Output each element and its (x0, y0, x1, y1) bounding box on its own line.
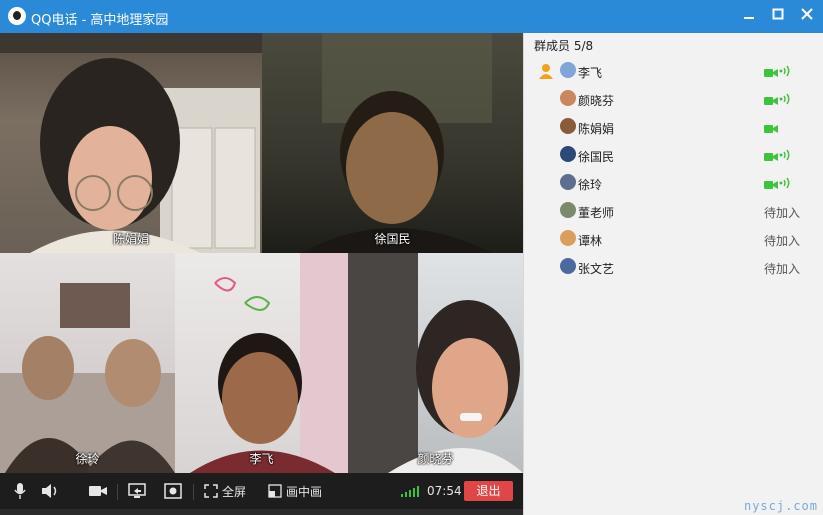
fullscreen-icon (204, 484, 218, 498)
member-name: 董老师 (578, 206, 615, 220)
member-name: 颜晓芬 (578, 94, 615, 108)
participant-name: 陈娟娟 (112, 232, 149, 246)
avatar (560, 258, 576, 274)
member-status: 待加入 (763, 206, 800, 220)
call-timer: 07:54 (427, 484, 462, 498)
video-frame (0, 33, 262, 253)
video-tile[interactable]: 李飞 (175, 253, 348, 473)
video-frame (190, 253, 348, 473)
avatar (560, 174, 576, 190)
member-name: 陈娟娟 (578, 122, 615, 136)
fullscreen-label: 全屏 (222, 484, 247, 499)
speaking-icon (779, 65, 791, 80)
window-title: QQ电话 - 高中地理家园 (31, 13, 169, 28)
member-row[interactable]: 颜晓芬 (524, 87, 823, 111)
member-row[interactable]: 李飞 (524, 59, 823, 83)
pip-icon (268, 484, 282, 498)
screen-share-icon[interactable] (128, 473, 146, 509)
video-on-icon (764, 67, 778, 81)
pip-button[interactable]: 画中画 (268, 473, 322, 509)
title-bar: QQ电话 - 高中地理家园 (0, 0, 823, 33)
maximize-icon[interactable] (770, 8, 786, 24)
video-on-icon (764, 151, 778, 165)
member-row[interactable]: 徐国民 (524, 143, 823, 167)
member-name: 徐玲 (578, 178, 603, 192)
exit-button[interactable]: 退出 (464, 481, 513, 501)
video-tile[interactable]: 陈娟娟 (0, 33, 262, 253)
participant-name: 徐玲 (75, 452, 100, 466)
avatar (560, 202, 576, 218)
member-name: 张文艺 (578, 262, 615, 276)
video-on-icon (764, 123, 778, 137)
speaker-icon[interactable] (40, 473, 60, 509)
member-status: 待加入 (763, 234, 800, 248)
avatar (560, 146, 576, 162)
speaking-icon (779, 149, 791, 164)
member-row[interactable]: 陈娟娟 (524, 115, 823, 139)
video-tile[interactable]: 颜晓芬 (348, 253, 523, 473)
member-panel: 群成员 5/8 李飞 颜晓芬 陈娟娟 徐国民 徐玲 董老师 待加入 谭林 待加入 张文艺 待加入 n… (523, 33, 823, 515)
member-row[interactable]: 谭林 待加入 (524, 227, 823, 251)
toolbar-divider (117, 484, 118, 500)
participant-name: 徐国民 (374, 232, 411, 246)
qq-logo-icon (8, 7, 26, 25)
close-icon[interactable] (799, 8, 815, 24)
video-grid: 陈娟娟 徐国民 徐玲 李飞 颜晓芬 (0, 33, 523, 473)
member-row[interactable]: 张文艺 待加入 (524, 255, 823, 279)
avatar (560, 230, 576, 246)
record-icon[interactable] (164, 473, 182, 509)
member-name: 李飞 (578, 66, 603, 80)
member-count-header: 群成员 5/8 (534, 39, 594, 53)
avatar (560, 62, 576, 78)
member-row[interactable]: 徐玲 (524, 171, 823, 195)
host-icon (538, 63, 554, 82)
speaking-icon (779, 93, 791, 108)
video-on-icon (764, 95, 778, 109)
watermark: nyscj.com (743, 499, 818, 513)
video-frame (348, 253, 523, 473)
video-tile[interactable]: 徐国民 (262, 33, 523, 253)
participant-name: 李飞 (249, 452, 274, 466)
mic-icon[interactable] (12, 473, 28, 509)
call-toolbar: 全屏 画中画 07:54 (0, 473, 523, 509)
qq-call-window: QQ电话 - 高中地理家园 陈娟娟 徐国民 徐玲 李飞 颜晓芬 全屏 画中画 0… (0, 0, 823, 515)
video-tile[interactable]: 徐玲 (0, 253, 175, 473)
member-name: 谭林 (578, 234, 603, 248)
member-row[interactable]: 董老师 待加入 (524, 199, 823, 223)
member-status: 待加入 (763, 262, 800, 276)
member-name: 徐国民 (578, 150, 615, 164)
bottom-strip (0, 509, 523, 515)
pip-label: 画中画 (286, 484, 323, 499)
avatar (560, 118, 576, 134)
participant-name: 颜晓芬 (417, 452, 454, 466)
video-frame (302, 33, 492, 253)
video-on-icon (764, 179, 778, 193)
signal-strength-icon (401, 473, 421, 509)
toolbar-divider (193, 484, 194, 500)
camera-icon[interactable] (88, 473, 108, 509)
fullscreen-button[interactable]: 全屏 (204, 473, 246, 509)
avatar (560, 90, 576, 106)
video-frame (0, 283, 175, 473)
speaking-icon (779, 177, 791, 192)
minimize-icon[interactable] (741, 8, 757, 24)
